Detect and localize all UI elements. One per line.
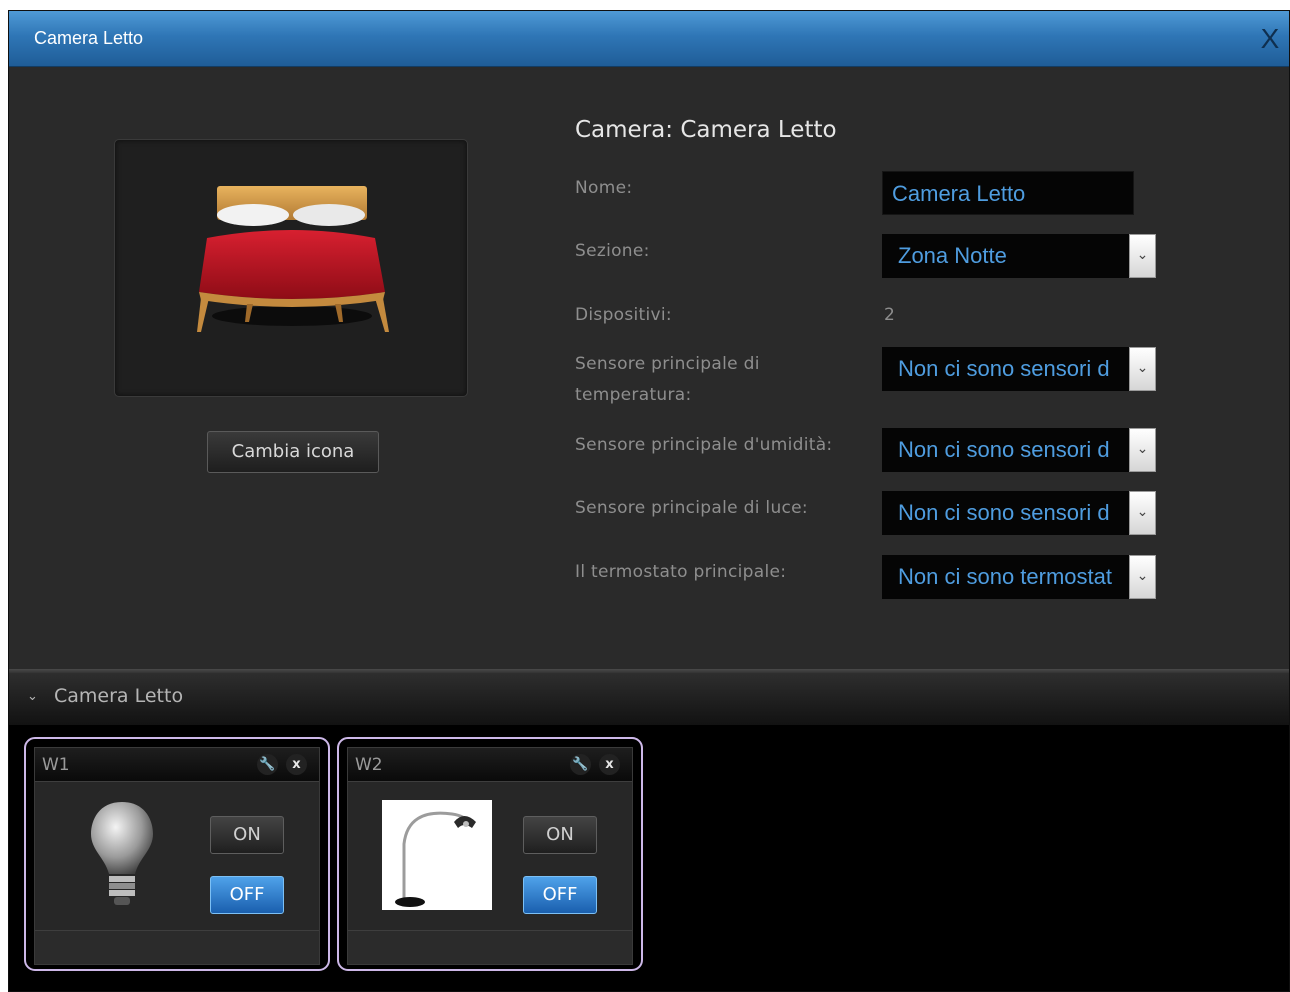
chevron-down-icon[interactable]: ⌄ [1129,234,1156,278]
widget-panel: W1 🔧 x ON OFF [34,747,320,965]
room-dialog: Camera Letto X Cambia icona Camera: Came… [8,10,1290,992]
wrench-icon[interactable]: 🔧 [570,754,591,775]
chevron-down-icon[interactable]: ⌄ [1129,428,1156,472]
temperatura-select[interactable]: Non ci sono sensori d ⌄ [882,347,1156,391]
dispositivi-label: Dispositivi: [575,305,672,325]
temperatura-label: Sensore principale di temperatura: [575,354,760,405]
dispositivi-count: 2 [884,305,895,325]
off-button[interactable]: OFF [523,876,597,914]
luce-value: Non ci sono sensori d [898,500,1110,525]
collapse-chevron-icon[interactable]: ⌄ [27,689,38,704]
room-icon-frame [114,139,468,397]
umidita-label: Sensore principale d'umidità: [575,435,833,455]
on-button[interactable]: ON [210,816,284,854]
sezione-label: Sezione: [575,241,650,261]
luce-label: Sensore principale di luce: [575,498,808,518]
widget-panel: W2 🔧 x ON OFF [347,747,633,965]
section-title: Camera Letto [54,685,184,707]
sezione-select[interactable]: Zona Notte ⌄ [882,234,1156,278]
widget-footer [35,930,319,964]
termostato-value: Non ci sono termostat [898,564,1112,589]
nome-label: Nome: [575,178,633,198]
light-bulb-icon [91,802,153,905]
title-bar[interactable]: Camera Letto X [9,11,1289,67]
bed-icon [197,186,389,332]
change-icon-button[interactable]: Cambia icona [207,431,379,473]
floor-lamp-icon [382,800,492,910]
widget-footer [348,930,632,964]
termostato-select[interactable]: Non ci sono termostat ⌄ [882,555,1156,599]
wrench-icon[interactable]: 🔧 [257,754,278,775]
form-heading: Camera: Camera Letto [575,117,837,143]
on-button[interactable]: ON [523,816,597,854]
section-header[interactable]: ⌄ Camera Letto [9,673,1289,725]
umidita-value: Non ci sono sensori d [898,437,1110,462]
close-icon[interactable]: X [1255,22,1285,56]
temperatura-value: Non ci sono sensori d [898,356,1110,381]
termostato-label: Il termostato principale: [575,562,787,582]
chevron-down-icon[interactable]: ⌄ [1129,347,1156,391]
luce-select[interactable]: Non ci sono sensori d ⌄ [882,491,1156,535]
sezione-value: Zona Notte [898,243,1007,268]
umidita-select[interactable]: Non ci sono sensori d ⌄ [882,428,1156,472]
device-widget-w2[interactable]: W2 🔧 x ON OFF [337,737,643,971]
widget-header[interactable]: W2 🔧 x [348,748,632,782]
device-widget-w1[interactable]: W1 🔧 x ON OFF [24,737,330,971]
chevron-down-icon[interactable]: ⌄ [1129,491,1156,535]
off-button[interactable]: OFF [210,876,284,914]
nome-input[interactable]: Camera Letto [882,171,1134,215]
widget-title: W2 [355,755,383,775]
close-icon[interactable]: x [599,754,620,775]
close-icon[interactable]: x [286,754,307,775]
widget-title: W1 [42,755,70,775]
chevron-down-icon[interactable]: ⌄ [1129,555,1156,599]
widget-header[interactable]: W1 🔧 x [35,748,319,782]
window-title: Camera Letto [34,28,144,48]
